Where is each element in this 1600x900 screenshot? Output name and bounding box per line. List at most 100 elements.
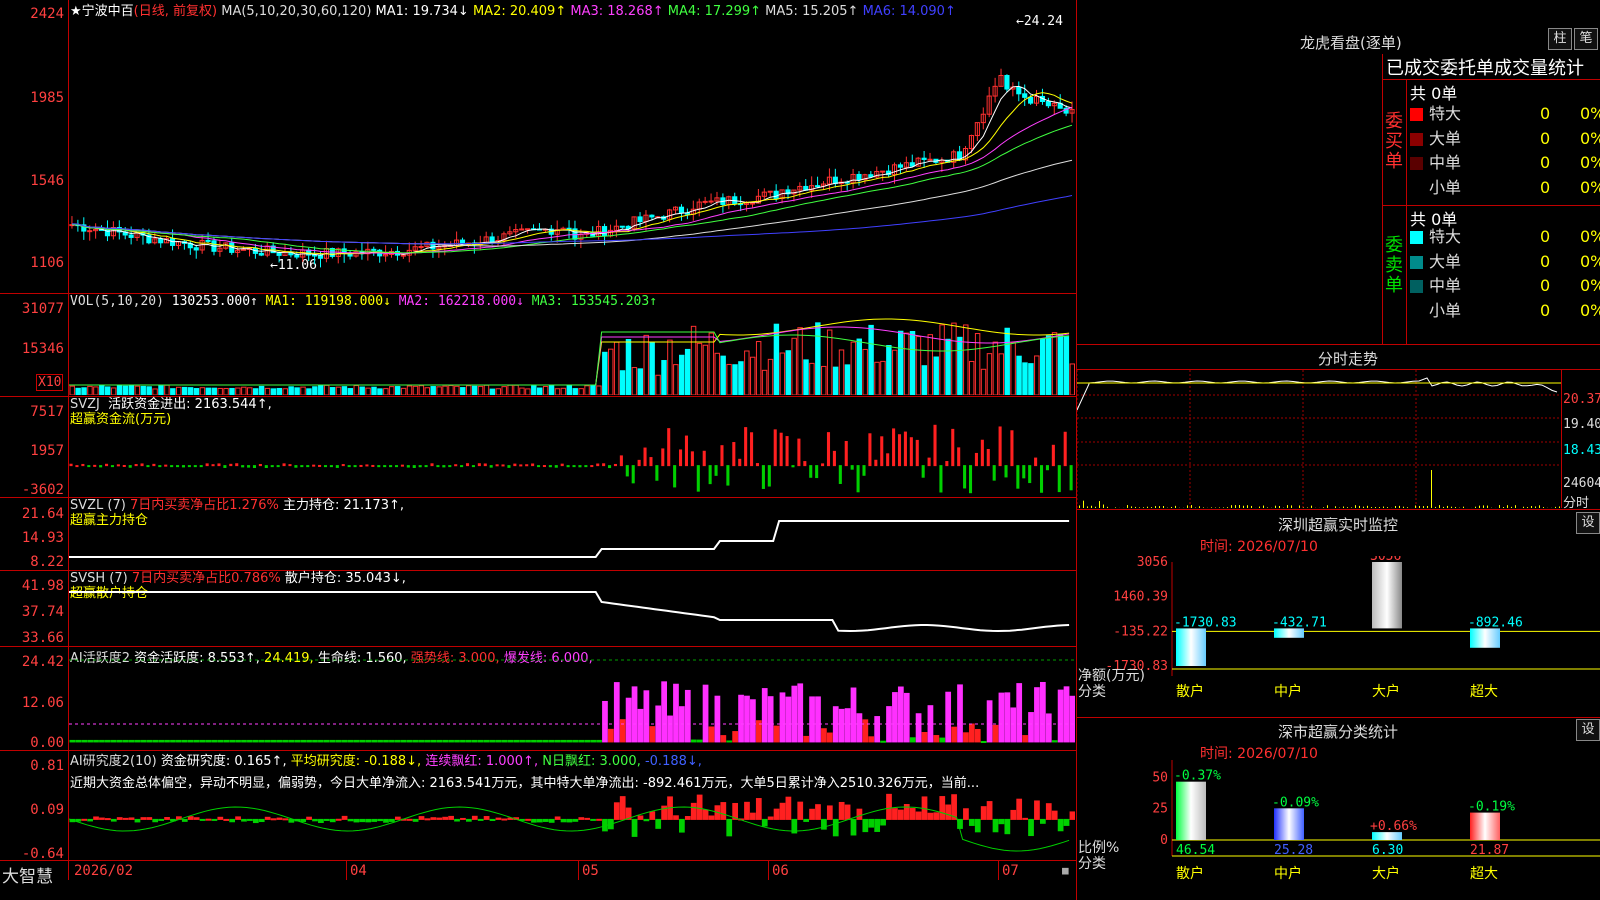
indicator-bar — [187, 465, 191, 468]
indicator-bar — [318, 464, 322, 467]
indicator-bar — [288, 386, 294, 395]
candle — [832, 176, 838, 185]
indicator-bar — [471, 739, 478, 743]
indicator-bar — [880, 740, 886, 743]
indicator-bar — [1057, 818, 1064, 832]
indicator-bar — [850, 341, 857, 395]
indicator-bar — [430, 463, 434, 467]
indicator-bar — [826, 805, 833, 820]
indicator-bar — [968, 465, 973, 494]
indicator-bar — [578, 465, 582, 468]
indicator-bar — [377, 818, 383, 822]
intraday-vol-bar — [1523, 506, 1524, 508]
indicator-bar — [909, 437, 913, 467]
sz-class-settings-button[interactable]: 设 — [1576, 719, 1600, 741]
indicator-bar — [205, 387, 212, 395]
candle — [702, 200, 708, 203]
intraday-vol-bar — [1439, 505, 1440, 508]
indicator-bar — [1069, 465, 1073, 491]
indicator-bar — [909, 737, 916, 743]
intraday-vol-bar — [1375, 506, 1376, 508]
intraday-chart[interactable] — [1077, 370, 1561, 508]
indicator-bar — [412, 739, 419, 743]
y-axis-title: 净额(万元) — [1078, 668, 1145, 684]
indicator-bar — [140, 817, 147, 820]
research-chart[interactable] — [69, 752, 1075, 859]
indicator-bar — [87, 818, 93, 822]
indicator-bar — [850, 818, 857, 836]
intraday-vol-bar — [1147, 506, 1148, 508]
retail-holding-chart[interactable] — [69, 572, 1075, 645]
sz-monitor-title: 深圳超赢实时监控 — [1278, 516, 1399, 534]
vol-axis-label: 15346 — [21, 341, 64, 357]
indicator-bar — [572, 465, 576, 468]
indicator-bar — [181, 818, 188, 822]
indicator-bar — [608, 465, 612, 469]
intraday-vol-bar — [1211, 507, 1212, 508]
indicator-bar — [460, 817, 466, 820]
indicator-bar — [193, 739, 200, 743]
ratio-bar-chart[interactable]: 50 25 0 -0.37% 46.54 散户 -0.09% 25.28 中户 +0.66% 6.3… — [1076, 760, 1600, 900]
order-row: 小单00% — [1410, 176, 1600, 200]
column-view-button[interactable]: 柱 — [1548, 28, 1572, 50]
indicator-bar — [507, 465, 511, 468]
indicator-bar — [140, 739, 147, 743]
indicator-bar — [389, 386, 395, 395]
fund-flow-chart[interactable] — [69, 398, 1075, 496]
indicator-bar — [418, 816, 425, 820]
indicator-bar — [164, 817, 170, 820]
candle — [708, 200, 714, 203]
indicator-bar — [383, 739, 389, 743]
indicator-bar — [649, 457, 653, 467]
indicator-bar — [87, 385, 93, 395]
sz-monitor-settings-button[interactable]: 设 — [1576, 512, 1600, 534]
indicator-bar — [424, 818, 431, 821]
indicator-bar — [513, 384, 519, 395]
net-amount-bar-chart[interactable]: 30561460.39-135.22-1730.83-1730.83散户-432… — [1076, 556, 1600, 716]
intraday-axis-label: 18.43 — [1563, 443, 1600, 458]
order-stats-tab[interactable]: 已成交委托单成交量统计 — [1386, 54, 1600, 80]
indicator-bar — [578, 388, 584, 395]
indicator-bar — [306, 465, 310, 468]
indicator-bar — [235, 387, 241, 395]
indicator-bar — [696, 465, 700, 492]
indicator-bar — [176, 386, 182, 395]
indicator-bar — [809, 362, 815, 395]
indicator-bar — [809, 808, 815, 820]
indicator-bar — [684, 689, 691, 743]
indicator-bar — [761, 818, 768, 827]
intraday-vol-bar — [1095, 506, 1096, 508]
indicator-bar — [726, 465, 730, 486]
indicator-bar — [495, 388, 502, 395]
vol-ma-line — [69, 318, 1070, 386]
tick-view-button[interactable]: 笔 — [1574, 28, 1598, 50]
indicator-bar — [933, 812, 940, 820]
candle — [418, 246, 424, 249]
indicator-bar — [211, 818, 218, 821]
indicator-bar — [921, 732, 928, 743]
volume-chart[interactable] — [69, 297, 1075, 395]
indicator-bar — [471, 385, 478, 395]
indicator-bar — [661, 360, 667, 395]
lock-icon[interactable]: ■ — [1062, 864, 1069, 877]
indicator-bar — [596, 385, 602, 395]
indicator-bar — [241, 386, 247, 395]
indicator-bar — [276, 739, 283, 743]
indicator-bar — [365, 387, 371, 395]
activity-chart[interactable] — [69, 648, 1075, 749]
indicator-bar — [945, 461, 949, 467]
price-axis-label: 2424 — [30, 6, 64, 22]
indicator-bar — [276, 465, 280, 468]
main-holding-chart[interactable] — [69, 499, 1075, 569]
indicator-bar — [625, 338, 632, 395]
intraday-vol-bar — [1311, 505, 1312, 508]
indicator-bar — [1034, 355, 1040, 395]
indicator-bar — [927, 334, 933, 395]
indicator-bar — [696, 739, 703, 743]
indicator-bar — [566, 465, 570, 468]
indicator-bar — [371, 818, 378, 822]
candlestick-chart[interactable] — [69, 14, 1075, 292]
indicator-bar — [181, 739, 188, 743]
indicator-bar — [282, 388, 288, 395]
order-row: 大单00% — [1410, 127, 1600, 151]
